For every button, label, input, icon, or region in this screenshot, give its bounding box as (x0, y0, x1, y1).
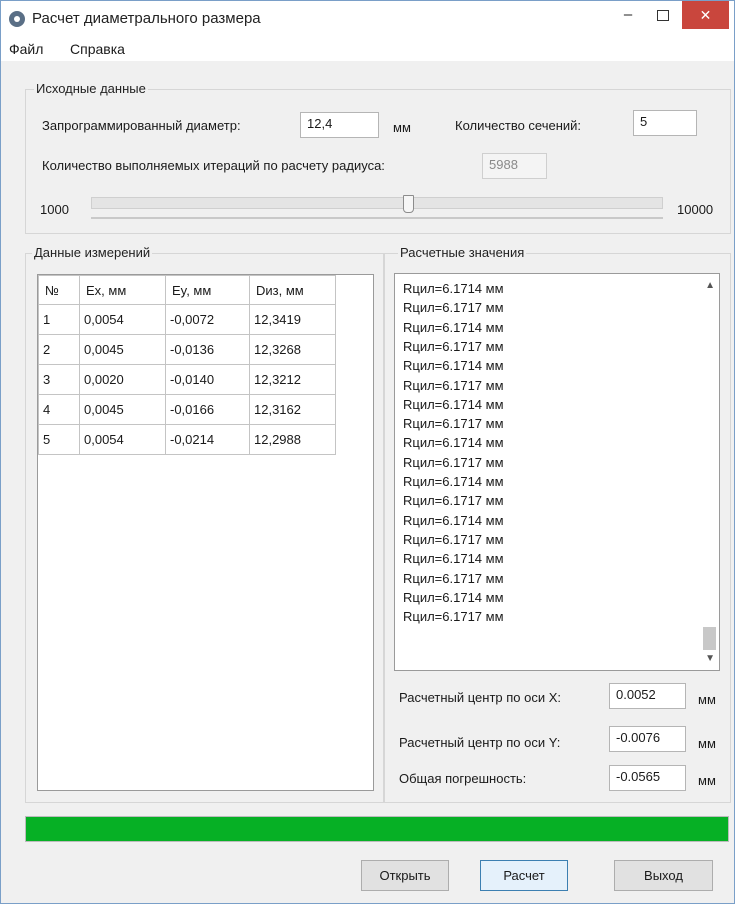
table-cell[interactable]: 4 (38, 394, 80, 425)
app-window: Расчет диаметрального размера – ✕ Файл С… (0, 0, 735, 904)
table-cell[interactable]: 12,3419 (249, 304, 336, 335)
slider-tick-line (91, 217, 663, 219)
results-list-item[interactable]: Rцил=6.1717 мм (403, 571, 504, 586)
center-x-field[interactable]: 0.0052 (609, 683, 686, 709)
center-y-unit: мм (698, 736, 716, 751)
iterations-slider-thumb[interactable] (402, 195, 414, 213)
results-list-item[interactable]: Rцил=6.1714 мм (403, 281, 504, 296)
scroll-down-arrow-icon[interactable]: ▼ (705, 653, 715, 664)
table-row: 5 0,0054 -0,0214 12,2988 (38, 424, 336, 455)
sections-input[interactable]: 5 (633, 110, 697, 136)
table-cell[interactable]: -0,0140 (165, 364, 250, 395)
center-x-unit: мм (698, 692, 716, 707)
results-list-item[interactable]: Rцил=6.1714 мм (403, 474, 504, 489)
table-cell[interactable]: 12,3162 (249, 394, 336, 425)
scrollbar-thumb[interactable] (703, 627, 716, 650)
center-y-label: Расчетный центр по оси Y: (399, 735, 561, 750)
table-row: 3 0,0020 -0,0140 12,3212 (38, 364, 336, 395)
table-cell[interactable]: 0,0054 (79, 424, 166, 455)
table-cell[interactable]: 12,3212 (249, 364, 336, 395)
results-list-item[interactable]: Rцил=6.1717 мм (403, 455, 504, 470)
results-group-title: Расчетные значения (398, 245, 527, 260)
open-button[interactable]: Открыть (361, 860, 449, 891)
table-cell[interactable]: 0,0045 (79, 394, 166, 425)
progress-bar-fill (26, 817, 728, 841)
results-list-item[interactable]: Rцил=6.1717 мм (403, 532, 504, 547)
calculate-button[interactable]: Расчет (480, 860, 568, 891)
results-list-item[interactable]: Rцил=6.1714 мм (403, 590, 504, 605)
title-bar: Расчет диаметрального размера – ✕ (1, 1, 734, 37)
table-row: 2 0,0045 -0,0136 12,3268 (38, 334, 336, 365)
results-list-item[interactable]: Rцил=6.1714 мм (403, 513, 504, 528)
input-data-group-title: Исходные данные (34, 81, 148, 96)
results-list-item[interactable]: Rцил=6.1714 мм (403, 320, 504, 335)
minimize-button[interactable]: – (611, 1, 645, 29)
results-list-item[interactable]: Rцил=6.1717 мм (403, 300, 504, 315)
results-list-item[interactable]: Rцил=6.1717 мм (403, 609, 504, 624)
table-cell[interactable]: 12,3268 (249, 334, 336, 365)
table-row: 4 0,0045 -0,0166 12,3162 (38, 394, 336, 425)
results-listbox[interactable]: Rцил=6.1714 мм Rцил=6.1717 мм Rцил=6.1714 … (394, 273, 720, 671)
column-header-d[interactable]: Dиз, мм (249, 275, 336, 305)
sections-label: Количество сечений: (455, 118, 582, 133)
column-header-ey[interactable]: Ey, мм (165, 275, 250, 305)
listbox-scrollbar[interactable]: ▲ ▼ (700, 274, 719, 670)
table-cell[interactable]: -0,0166 (165, 394, 250, 425)
table-cell[interactable]: 3 (38, 364, 80, 395)
iterations-field: 5988 (482, 153, 547, 179)
results-list-item[interactable]: Rцил=6.1717 мм (403, 339, 504, 354)
center-x-label: Расчетный центр по оси X: (399, 690, 562, 705)
table-cell[interactable]: 0,0020 (79, 364, 166, 395)
menu-help[interactable]: Справка (70, 41, 125, 57)
table-cell[interactable]: 2 (38, 334, 80, 365)
total-error-field[interactable]: -0.0565 (609, 765, 686, 791)
table-cell[interactable]: 5 (38, 424, 80, 455)
slider-min-label: 1000 (40, 202, 69, 217)
results-list-item[interactable]: Rцил=6.1717 мм (403, 493, 504, 508)
column-header-ex[interactable]: Ex, мм (79, 275, 166, 305)
scroll-up-arrow-icon[interactable]: ▲ (705, 280, 715, 291)
menu-bar: Файл Справка (1, 37, 734, 61)
exit-button[interactable]: Выход (614, 860, 713, 891)
iterations-slider-track[interactable] (91, 197, 663, 209)
measurements-group-title: Данные измерений (32, 245, 153, 260)
menu-file[interactable]: Файл (9, 41, 43, 57)
window-title: Расчет диаметрального размера (32, 10, 261, 27)
table-cell[interactable]: -0,0136 (165, 334, 250, 365)
table-cell[interactable]: 1 (38, 304, 80, 335)
app-icon (9, 11, 25, 27)
table-header-row: № Ex, мм Ey, мм Dиз, мм (38, 275, 336, 305)
diameter-input[interactable]: 12,4 (300, 112, 379, 138)
table-cell[interactable]: 12,2988 (249, 424, 336, 455)
results-list-item[interactable]: Rцил=6.1714 мм (403, 435, 504, 450)
table-cell[interactable]: -0,0214 (165, 424, 250, 455)
results-list-item[interactable]: Rцил=6.1714 мм (403, 358, 504, 373)
progress-bar (25, 816, 729, 842)
diameter-label: Запрограммированный диаметр: (42, 118, 241, 133)
diameter-unit: мм (393, 120, 411, 135)
column-header-number[interactable]: № (38, 275, 80, 305)
table-cell[interactable]: -0,0072 (165, 304, 250, 335)
maximize-button[interactable] (646, 1, 680, 29)
measurements-table[interactable]: № Ex, мм Ey, мм Dиз, мм 1 0,0054 -0,0072… (37, 274, 374, 791)
results-list-item[interactable]: Rцил=6.1717 мм (403, 378, 504, 393)
center-y-field[interactable]: -0.0076 (609, 726, 686, 752)
results-list-item[interactable]: Rцил=6.1714 мм (403, 397, 504, 412)
iterations-label: Количество выполняемых итераций по расче… (42, 158, 385, 173)
table-row: 1 0,0054 -0,0072 12,3419 (38, 304, 336, 335)
close-button[interactable]: ✕ (682, 1, 729, 29)
results-list-item[interactable]: Rцил=6.1714 мм (403, 551, 504, 566)
results-list-item[interactable]: Rцил=6.1717 мм (403, 416, 504, 431)
table-cell[interactable]: 0,0045 (79, 334, 166, 365)
total-error-unit: мм (698, 773, 716, 788)
table-cell[interactable]: 0,0054 (79, 304, 166, 335)
maximize-icon (657, 9, 669, 21)
total-error-label: Общая погрешность: (399, 771, 527, 786)
slider-max-label: 10000 (677, 202, 714, 217)
